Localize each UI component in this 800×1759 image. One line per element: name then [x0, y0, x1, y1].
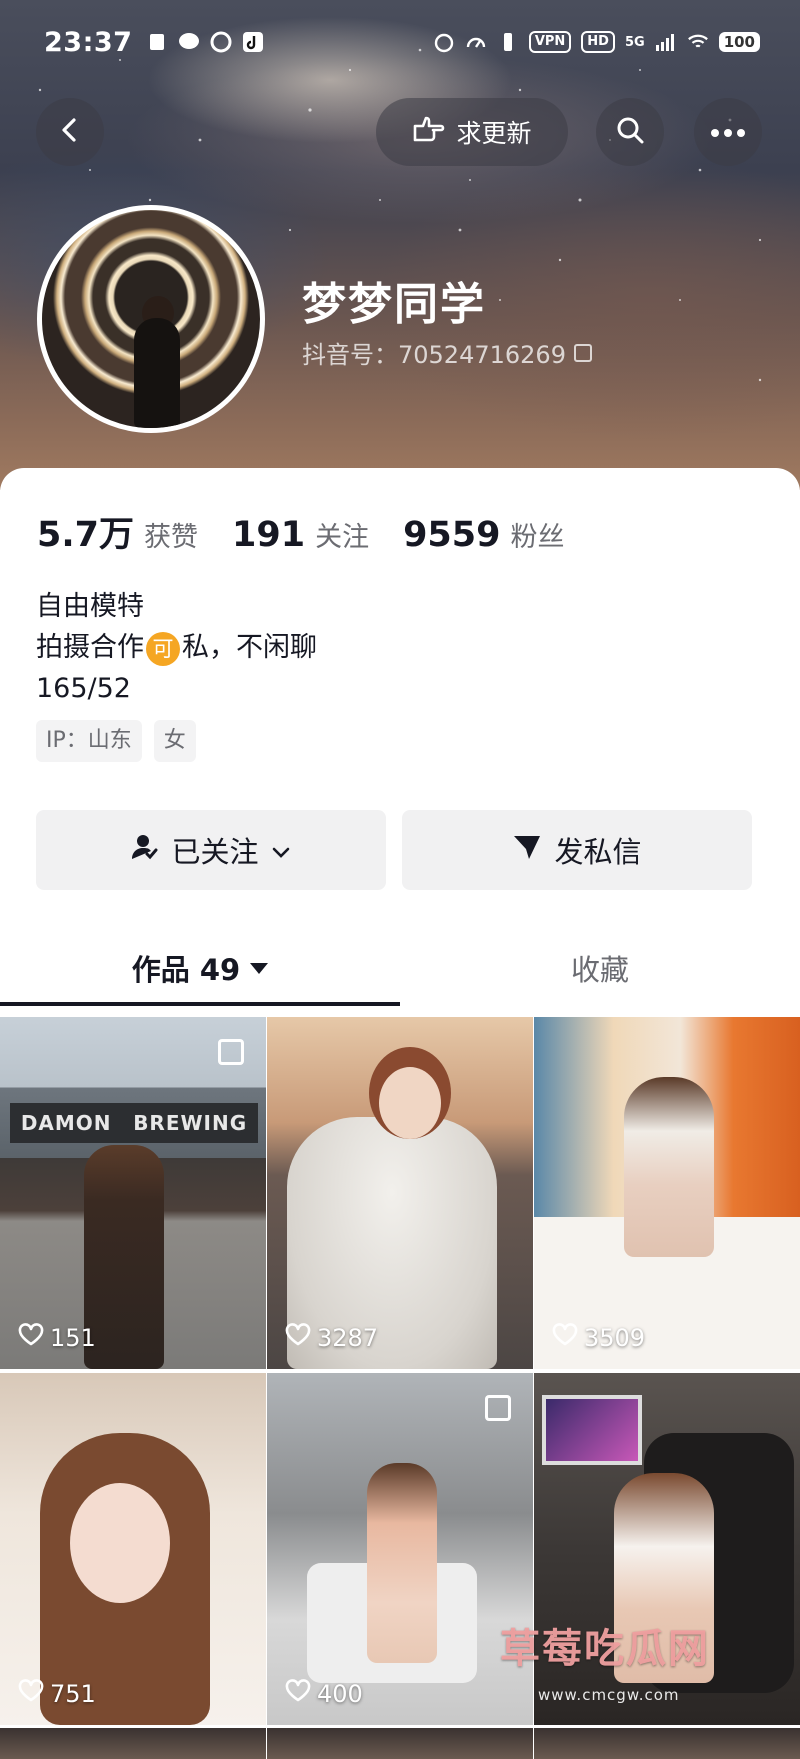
heart-icon	[18, 1679, 44, 1709]
tab-works[interactable]: 作品 49	[0, 930, 400, 1006]
thumb-point-icon	[412, 114, 446, 150]
post-thumbnail[interactable]: 3287	[267, 1017, 533, 1369]
bio-line-1: 自由模特	[36, 591, 144, 622]
multi-image-icon	[485, 1395, 511, 1421]
request-update-label: 求更新	[456, 119, 532, 148]
tiktok-icon	[242, 31, 264, 53]
post-likes: 3287	[285, 1323, 378, 1353]
tab-favorites[interactable]: 收藏	[400, 930, 800, 1006]
bio-line-3: 165/52	[36, 673, 131, 704]
more-icon	[710, 123, 746, 142]
post-thumbnail[interactable]: 3509	[534, 1017, 800, 1369]
send-message-button[interactable]: 发私信	[402, 810, 752, 890]
search-button[interactable]	[596, 98, 664, 166]
copy-icon[interactable]	[573, 343, 592, 362]
sign-text-left: DAMON	[20, 1111, 112, 1135]
posts-grid-next-row	[0, 1728, 800, 1759]
post-likes: 751	[18, 1679, 96, 1709]
status-time: 23:37	[44, 26, 133, 58]
ip-location-tag: IP：山东	[36, 720, 142, 762]
hd-indicator: HD	[581, 31, 615, 53]
chevron-down-icon	[271, 833, 291, 867]
post-likes-count: 3509	[584, 1324, 646, 1352]
chat-icon	[178, 31, 200, 53]
post-thumbnail[interactable]: 400	[267, 1373, 533, 1725]
send-message-label: 发私信	[554, 835, 642, 869]
post-likes-count: 400	[317, 1680, 363, 1708]
followers-count[interactable]: 9559	[403, 515, 500, 555]
battery-indicator: 100	[718, 32, 760, 52]
heart-icon	[285, 1679, 311, 1709]
post-thumbnail-partial[interactable]	[534, 1728, 800, 1759]
following-label[interactable]: 关注	[315, 515, 369, 554]
post-thumbnail[interactable]: 751	[0, 1373, 266, 1725]
post-likes: 400	[285, 1679, 363, 1709]
followed-label: 已关注	[171, 835, 259, 869]
avatar[interactable]	[37, 205, 265, 433]
profile-header-background: 23:37 VPN HD 5G 100 求更新 梦梦同学 抖音号：7052471…	[0, 0, 800, 490]
watermark-url: www.cmcgw.com	[538, 1686, 680, 1704]
douyin-id-row[interactable]: 抖音号：70524716269	[302, 335, 592, 370]
ke-badge: 可	[146, 631, 180, 666]
bio-line-2-end: 私，不闲聊	[182, 632, 317, 663]
photo-subject-head	[379, 1067, 441, 1139]
tab-favorites-label: 收藏	[570, 953, 629, 987]
status-bar: 23:37 VPN HD 5G 100	[44, 22, 760, 62]
profile-tabs: 作品 49 收藏	[0, 930, 800, 1006]
post-likes-count: 151	[50, 1324, 96, 1352]
signal-bars-icon	[655, 31, 677, 53]
photo-subject	[84, 1145, 164, 1369]
photo-monitor	[542, 1395, 642, 1465]
search-icon	[614, 114, 646, 150]
bio-line-2: 拍摄合作可私，不闲聊	[36, 627, 317, 668]
profile-tags: IP：山东 女	[36, 720, 196, 762]
bio-line-2-start: 拍摄合作	[36, 632, 144, 663]
followed-button[interactable]: 已关注	[36, 810, 386, 890]
vpn-indicator: VPN	[528, 31, 572, 53]
bank-app-icon	[210, 31, 232, 53]
profile-nickname: 梦梦同学	[302, 279, 486, 330]
wifi-icon	[687, 31, 709, 53]
likes-count: 5.7万	[37, 515, 135, 555]
watermark-text: 草莓吃瓜网	[500, 1626, 710, 1672]
more-button[interactable]	[694, 98, 762, 166]
alarm-icon	[433, 31, 455, 53]
follow-user-icon	[131, 833, 159, 868]
sign-text-right: BREWING	[133, 1111, 248, 1135]
tab-works-label: 作品 49	[131, 953, 241, 987]
speed-icon	[465, 31, 487, 53]
heart-icon	[285, 1323, 311, 1353]
following-count[interactable]: 191	[232, 515, 305, 555]
douyin-id: 抖音号：70524716269	[302, 341, 566, 369]
signal-5g: 5G	[624, 34, 645, 50]
heart-icon	[552, 1323, 578, 1353]
back-button[interactable]	[36, 98, 104, 166]
post-likes: 151	[18, 1323, 96, 1353]
caret-down-icon	[250, 962, 269, 974]
post-likes-count: 751	[50, 1680, 96, 1708]
notification-icon	[146, 31, 168, 53]
profile-bio: 自由模特 拍摄合作可私，不闲聊 165/52	[36, 586, 317, 709]
vibrate-icon	[497, 31, 519, 53]
brewery-sign: DAMON BREWING	[10, 1103, 258, 1143]
post-thumbnail-partial[interactable]	[267, 1728, 533, 1759]
heart-icon	[18, 1323, 44, 1353]
back-icon	[55, 115, 85, 149]
avatar-figure-body	[134, 318, 180, 428]
photo-subject	[624, 1077, 714, 1257]
post-thumbnail[interactable]: DAMON BREWING 151	[0, 1017, 266, 1369]
post-likes: 3509	[552, 1323, 645, 1353]
request-update-button[interactable]: 求更新	[376, 98, 568, 166]
followers-label[interactable]: 粉丝	[511, 515, 565, 554]
post-thumbnail-partial[interactable]	[0, 1728, 266, 1759]
likes-label: 获赞	[144, 522, 199, 553]
profile-stats: 5.7万 获赞 191 关注 9559 粉丝	[37, 506, 599, 557]
send-icon	[512, 833, 542, 868]
post-likes-count: 3287	[317, 1324, 379, 1352]
multi-image-icon	[218, 1039, 244, 1065]
photo-subject	[367, 1463, 437, 1663]
photo-subject-face	[70, 1483, 170, 1603]
gender-tag: 女	[153, 720, 196, 762]
